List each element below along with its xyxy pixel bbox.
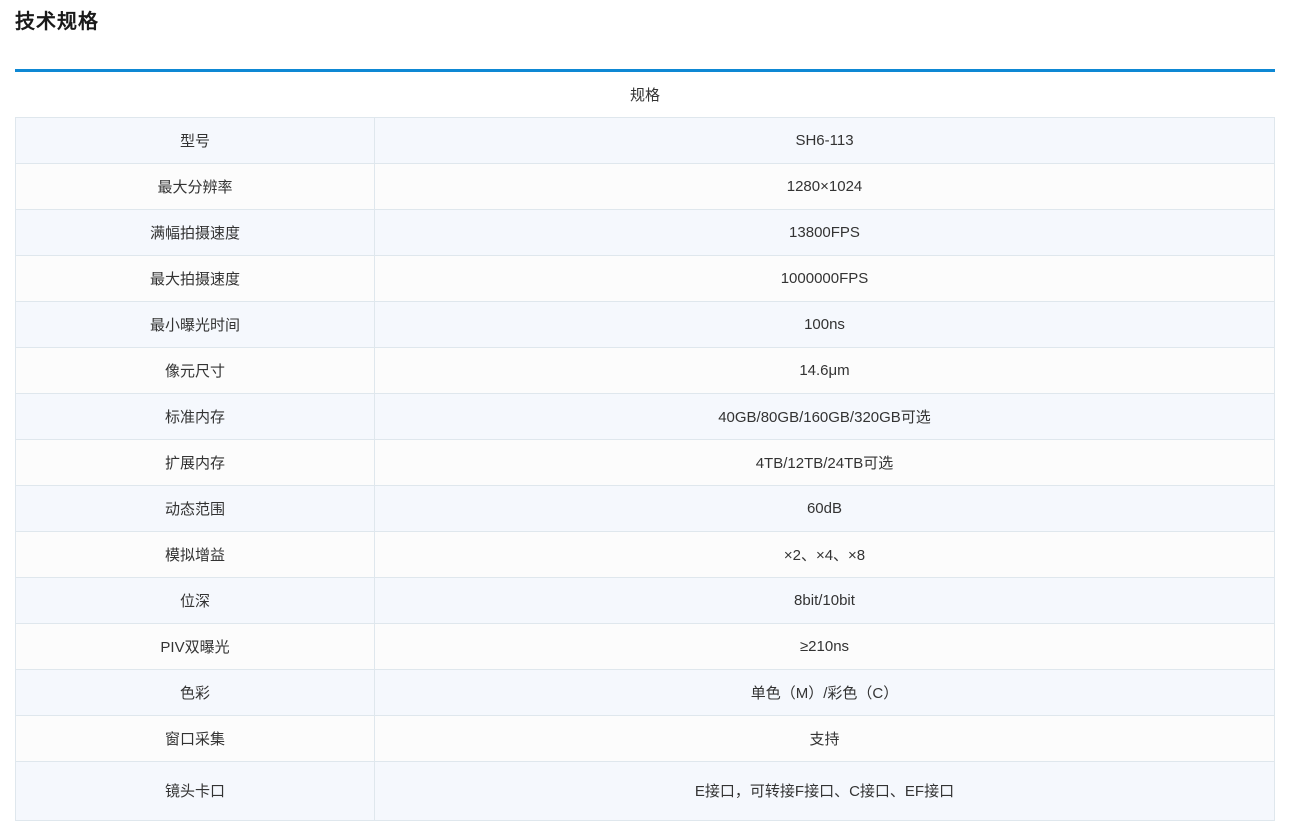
spec-label: 标准内存 xyxy=(16,393,375,439)
table-row: 标准内存40GB/80GB/160GB/320GB可选 xyxy=(16,393,1275,439)
spec-value: 单色（M）/彩色（C） xyxy=(375,669,1275,715)
spec-value: 1280×1024 xyxy=(375,163,1275,209)
spec-label: 色彩 xyxy=(16,669,375,715)
spec-label: 镜头卡口 xyxy=(16,761,375,820)
table-row: 扩展内存4TB/12TB/24TB可选 xyxy=(16,439,1275,485)
spec-label: PIV双曝光 xyxy=(16,623,375,669)
spec-value: 13800FPS xyxy=(375,209,1275,255)
table-row: 窗口采集支持 xyxy=(16,715,1275,761)
spec-value: 1000000FPS xyxy=(375,255,1275,301)
spec-value: E接口，可转接F接口、C接口、EF接口 xyxy=(375,761,1275,820)
table-header-label: 规格 xyxy=(16,72,1275,117)
spec-value: ×2、×4、×8 xyxy=(375,531,1275,577)
spec-table-head: 规格 xyxy=(16,72,1275,117)
table-row: PIV双曝光≥210ns xyxy=(16,623,1275,669)
table-row: 位深8bit/10bit xyxy=(16,577,1275,623)
table-header-row: 规格 xyxy=(16,72,1275,117)
spec-value: ≥210ns xyxy=(375,623,1275,669)
spec-value: SH6-113 xyxy=(375,117,1275,163)
table-row: 色彩单色（M）/彩色（C） xyxy=(16,669,1275,715)
spec-value: 40GB/80GB/160GB/320GB可选 xyxy=(375,393,1275,439)
spec-label: 最大拍摄速度 xyxy=(16,255,375,301)
spec-label: 动态范围 xyxy=(16,485,375,531)
spec-label: 像元尺寸 xyxy=(16,347,375,393)
spec-label: 模拟增益 xyxy=(16,531,375,577)
spec-label: 窗口采集 xyxy=(16,715,375,761)
spec-label: 型号 xyxy=(16,117,375,163)
spec-value: 4TB/12TB/24TB可选 xyxy=(375,439,1275,485)
spec-label: 满幅拍摄速度 xyxy=(16,209,375,255)
spec-label: 位深 xyxy=(16,577,375,623)
table-row: 最大分辨率1280×1024 xyxy=(16,163,1275,209)
spec-label: 扩展内存 xyxy=(16,439,375,485)
spec-value: 支持 xyxy=(375,715,1275,761)
table-row: 满幅拍摄速度13800FPS xyxy=(16,209,1275,255)
table-row: 型号SH6-113 xyxy=(16,117,1275,163)
spec-label: 最小曝光时间 xyxy=(16,301,375,347)
spec-value: 8bit/10bit xyxy=(375,577,1275,623)
page: 技术规格 规格 型号SH6-113最大分辨率1280×1024满幅拍摄速度138… xyxy=(0,0,1290,821)
table-row: 最小曝光时间100ns xyxy=(16,301,1275,347)
spec-table-container: 规格 型号SH6-113最大分辨率1280×1024满幅拍摄速度13800FPS… xyxy=(15,69,1275,821)
table-row: 最大拍摄速度1000000FPS xyxy=(16,255,1275,301)
page-title: 技术规格 xyxy=(15,0,1275,34)
spec-table: 规格 型号SH6-113最大分辨率1280×1024满幅拍摄速度13800FPS… xyxy=(15,72,1275,821)
spec-value: 100ns xyxy=(375,301,1275,347)
table-row: 动态范围60dB xyxy=(16,485,1275,531)
spec-value: 60dB xyxy=(375,485,1275,531)
table-row: 像元尺寸14.6μm xyxy=(16,347,1275,393)
table-row: 模拟增益×2、×4、×8 xyxy=(16,531,1275,577)
table-row: 镜头卡口E接口，可转接F接口、C接口、EF接口 xyxy=(16,761,1275,820)
spec-table-body: 型号SH6-113最大分辨率1280×1024满幅拍摄速度13800FPS最大拍… xyxy=(16,117,1275,820)
spec-label: 最大分辨率 xyxy=(16,163,375,209)
spec-value: 14.6μm xyxy=(375,347,1275,393)
